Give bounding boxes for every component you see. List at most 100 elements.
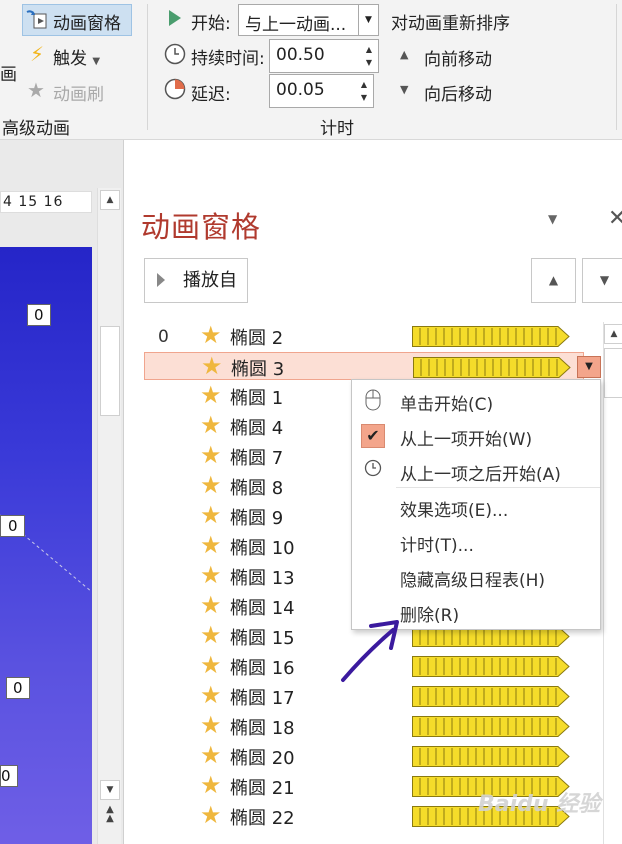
move-up-button[interactable]: ▲ [531, 258, 576, 303]
move-later-button[interactable]: 向后移动 [424, 80, 492, 105]
star-effect-icon: ★ [200, 561, 222, 589]
animation-list-item[interactable]: ★ 椭圆 18 [144, 711, 584, 740]
triangle-down-icon: ▼ [400, 83, 409, 96]
timeline-bar[interactable] [412, 746, 570, 767]
close-icon[interactable]: ✕ [608, 206, 622, 231]
spin-down-icon[interactable]: ▼ [364, 58, 374, 68]
star-effect-icon: ★ [200, 411, 222, 439]
duration-field[interactable]: 00.50 ▲ ▼ [269, 39, 379, 73]
star-effect-icon: ★ [200, 681, 222, 709]
delay-value: 00.05 [276, 80, 325, 100]
chevron-down-icon[interactable]: ▼ [358, 5, 378, 35]
scroll-down-icon[interactable]: ▼ [100, 780, 120, 800]
menu-item[interactable]: 隐藏高级日程表(H) [352, 560, 600, 594]
animation-item-label: 椭圆 4 [230, 418, 284, 439]
menu-item-label: 从上一项之后开始(A) [400, 465, 561, 485]
star-effect-icon: ★ [200, 771, 222, 799]
scrollbar-thumb[interactable] [100, 326, 120, 416]
trigger-button[interactable]: 触发 ▼ [53, 44, 100, 69]
clock-icon [164, 43, 186, 70]
chevron-down-icon: ▼ [92, 56, 101, 67]
animation-item-label: 椭圆 10 [230, 538, 295, 559]
star-effect-icon: ★ [200, 741, 222, 769]
animation-pane-label: 动画窗格 [53, 14, 121, 34]
menu-item[interactable]: ✔ 从上一项开始(W) [352, 419, 600, 453]
start-dropdown[interactable]: 与上一动画... ▼ [238, 4, 379, 36]
slide-number-box[interactable]: 0 [27, 304, 51, 326]
spin-down-icon[interactable]: ▼ [359, 93, 369, 103]
animation-item-label: 椭圆 15 [230, 628, 295, 649]
slide-canvas[interactable]: 0 0 0 0 [0, 247, 92, 844]
star-brush-icon: ★ [27, 78, 45, 102]
menu-item-label: 隐藏高级日程表(H) [400, 571, 546, 591]
menu-item[interactable]: 计时(T)... [352, 525, 600, 559]
horizontal-ruler: 4 15 16 [0, 191, 92, 213]
context-menu: 单击开始(C) ✔ 从上一项开始(W) 从上一项之后开始(A) 效果选项(E)... 计时… [351, 379, 601, 630]
star-effect-icon: ★ [200, 321, 222, 349]
menu-item[interactable]: 从上一项之后开始(A) [352, 454, 600, 488]
timeline-bar[interactable] [412, 716, 570, 737]
star-effect-icon: ★ [200, 501, 222, 529]
star-effect-icon: ★ [200, 711, 222, 739]
scroll-up-icon[interactable]: ▲ [604, 324, 622, 344]
start-label: 开始: [191, 14, 231, 34]
lightning-icon: ⚡ [30, 42, 45, 66]
slide-editing-area: 4 15 16 0 0 0 0 ▲ ▼ ▲ ▲ [0, 140, 123, 844]
play-from-label: 播放自 [183, 270, 237, 291]
star-effect-icon: ★ [200, 471, 222, 499]
move-earlier-button[interactable]: 向前移动 [424, 45, 492, 70]
menu-item-label: 计时(T)... [400, 536, 474, 556]
star-effect-icon: ★ [200, 381, 222, 409]
motion-path-line [0, 514, 92, 593]
play-from-button[interactable]: 播放自 [144, 258, 248, 303]
vertical-scrollbar[interactable]: ▲ ▼ ▲ ▲ [97, 188, 121, 844]
star-effect-icon: ★ [200, 531, 222, 559]
delay-field[interactable]: 00.05 ▲ ▼ [269, 74, 374, 108]
pane-title: 动画窗格 [141, 210, 262, 244]
timeline-bar[interactable] [413, 357, 571, 378]
move-down-button[interactable]: ▼ [582, 258, 622, 303]
list-scrollbar[interactable]: ▲ [603, 322, 622, 844]
timeline-bar[interactable] [412, 686, 570, 707]
ribbon: 画 动画窗格 ⚡ 触发 ▼ ★ 动画刷 高级动画 开始: 与上一动画... ▼ … [0, 0, 622, 140]
animation-painter-button[interactable]: 动画刷 [53, 80, 104, 105]
animation-item-label: 椭圆 20 [230, 748, 295, 769]
animation-item-label: 椭圆 7 [230, 448, 284, 469]
annotation-arrow [341, 620, 399, 682]
delay-icon [164, 78, 186, 105]
previous-slide-icon[interactable]: ▲ ▲ [100, 805, 120, 825]
pane-options-icon[interactable]: ▼ [548, 212, 557, 226]
animation-list-item[interactable]: ★ 椭圆 3 ▼ [144, 352, 601, 380]
timing-group-label: 计时 [320, 119, 354, 139]
scrollbar-thumb[interactable] [604, 348, 622, 398]
menu-separator [396, 487, 600, 488]
star-effect-icon: ★ [200, 591, 222, 619]
spin-up-icon[interactable]: ▲ [359, 80, 369, 90]
animation-pane-icon [24, 8, 48, 37]
ribbon-separator [616, 4, 617, 130]
spin-up-icon[interactable]: ▲ [364, 45, 374, 55]
star-effect-icon: ★ [200, 801, 222, 829]
mouse-icon [361, 389, 385, 413]
menu-item[interactable]: 效果选项(E)... [352, 490, 600, 524]
animation-item-label: 椭圆 3 [231, 359, 285, 380]
star-effect-icon: ★ [200, 621, 222, 649]
slide-number-box[interactable]: 0 [0, 765, 18, 787]
animation-list-item[interactable]: ★ 椭圆 20 [144, 741, 584, 770]
ribbon-cut-label: 画 [0, 65, 17, 85]
slide-number-box[interactable]: 0 [0, 515, 25, 537]
item-dropdown-button[interactable]: ▼ [577, 356, 601, 378]
animation-item-label: 椭圆 2 [230, 328, 284, 349]
animation-list-item[interactable]: ★ 椭圆 2 [144, 321, 584, 350]
menu-item[interactable]: 单击开始(C) [352, 384, 600, 418]
slide-number-box[interactable]: 0 [6, 677, 30, 699]
checkmark-icon: ✔ [361, 424, 385, 448]
timeline-bar[interactable] [412, 656, 570, 677]
menu-item-label: 效果选项(E)... [400, 501, 509, 521]
triangle-up-icon: ▲ [400, 48, 409, 61]
timeline-bar[interactable] [412, 326, 570, 347]
animation-item-label: 椭圆 8 [230, 478, 284, 499]
animation-item-label: 椭圆 1 [230, 388, 284, 409]
animation-item-label: 椭圆 21 [230, 778, 295, 799]
scroll-up-icon[interactable]: ▲ [100, 190, 120, 210]
